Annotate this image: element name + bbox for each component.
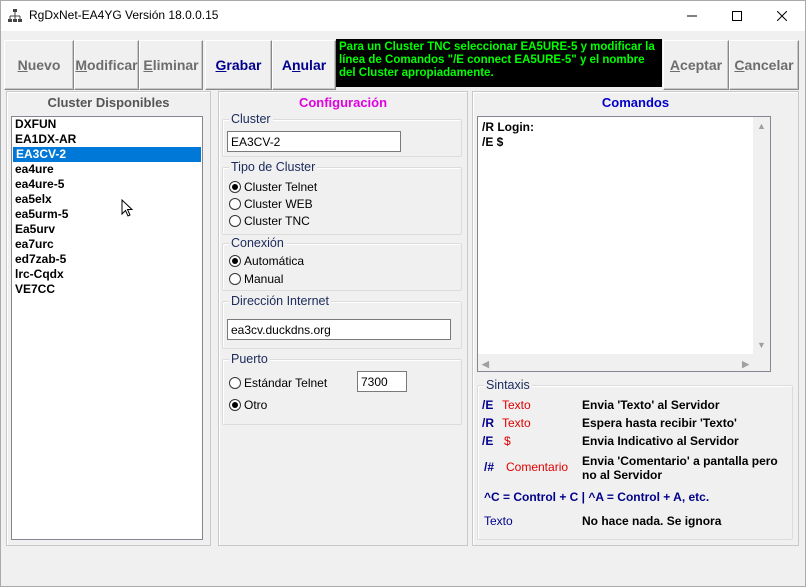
radio-unchecked-icon — [229, 215, 241, 227]
sintaxis-legend: Sintaxis — [484, 378, 532, 392]
syntax-arg: Texto — [502, 416, 531, 430]
maximize-button[interactable] — [714, 1, 759, 31]
cluster-list-item[interactable]: ea5urm-5 — [12, 207, 202, 222]
radio-cluster-tnc[interactable]: Cluster TNC — [229, 214, 310, 228]
mouse-cursor-icon — [121, 199, 134, 217]
scroll-left-icon[interactable]: ◀ — [482, 357, 489, 372]
maximize-icon — [731, 11, 742, 21]
cluster-list-item[interactable]: EA1DX-AR — [12, 132, 202, 147]
close-icon — [776, 11, 787, 21]
cluster-list-item[interactable]: ea4ure — [12, 162, 202, 177]
cluster-list-item[interactable]: ed7zab-5 — [12, 252, 202, 267]
syntax-cmd: /# — [484, 460, 495, 474]
puerto-fieldset: Puerto — [222, 352, 462, 425]
app-network-icon — [8, 9, 22, 22]
eliminar-button[interactable]: Eliminar — [139, 40, 203, 90]
radio-unchecked-icon — [229, 377, 241, 389]
scroll-right-icon[interactable]: ▶ — [742, 357, 749, 372]
scroll-down-icon[interactable]: ▼ — [757, 338, 766, 353]
horizontal-scrollbar[interactable]: ◀ ▶ — [478, 354, 770, 371]
clusters-title: Cluster Disponibles — [47, 95, 170, 110]
cluster-listbox[interactable]: DXFUN EA1DX-AR EA3CV-2 ea4ure ea4ure-5 ea5elx… — [11, 116, 203, 540]
conexion-legend: Conexión — [229, 236, 286, 250]
main-window: RgDxNet-EA4YG Versión 18.0.0.15 Nuevo Mo… — [0, 0, 806, 587]
cluster-list-item[interactable]: Ea5urv — [12, 222, 202, 237]
cluster-list-item[interactable]: EA3CV-2 — [13, 147, 201, 162]
close-button[interactable] — [759, 1, 804, 31]
cluster-name-input[interactable]: EA3CV-2 — [227, 131, 401, 152]
radio-otro[interactable]: Otro — [229, 398, 267, 412]
radio-automatica[interactable]: Automática — [229, 254, 304, 268]
scroll-up-icon[interactable]: ▲ — [757, 119, 766, 134]
minimize-icon — [686, 15, 697, 17]
puerto-legend: Puerto — [229, 352, 270, 366]
window-title: RgDxNet-EA4YG Versión 18.0.0.15 — [29, 8, 219, 22]
cancelar-button[interactable]: Cancelar — [729, 40, 799, 90]
radio-checked-icon — [229, 181, 241, 193]
puerto-input[interactable]: 7300 — [357, 371, 407, 392]
nuevo-button[interactable]: Nuevo — [4, 40, 74, 90]
texto-label: Texto — [484, 514, 513, 528]
syntax-cmd: /R — [482, 416, 494, 430]
radio-estandar-telnet[interactable]: Estándar Telnet — [229, 376, 327, 390]
cluster-list-item[interactable]: VE7CC — [12, 282, 202, 297]
ctrl-note: ^C = Control + C | ^A = Control + A, etc… — [484, 490, 710, 504]
radio-unchecked-icon — [229, 273, 241, 285]
syntax-cmd: /E — [482, 434, 494, 448]
radio-cluster-telnet[interactable]: Cluster Telnet — [229, 180, 317, 194]
minimize-button[interactable] — [669, 1, 714, 31]
radio-cluster-web[interactable]: Cluster WEB — [229, 197, 313, 211]
syntax-arg: Comentario — [506, 460, 569, 474]
cluster-list-item[interactable]: DXFUN — [12, 117, 202, 132]
comandos-line: /R Login: — [482, 120, 534, 134]
tipo-legend: Tipo de Cluster — [229, 160, 318, 174]
direccion-input[interactable]: ea3cv.duckdns.org — [227, 319, 451, 340]
syntax-arg: $ — [504, 434, 511, 448]
comandos-line: /E $ — [482, 135, 504, 149]
cluster-legend: Cluster — [229, 112, 273, 126]
grabar-button[interactable]: Grabar — [205, 40, 272, 90]
comandos-title: Comandos — [601, 95, 670, 110]
radio-checked-icon — [229, 399, 241, 411]
syntax-arg: Texto — [502, 398, 531, 412]
syntax-desc: Espera hasta recibir 'Texto' — [582, 416, 737, 430]
title-bar: RgDxNet-EA4YG Versión 18.0.0.15 — [1, 1, 805, 31]
cluster-list-item[interactable]: ea7urc — [12, 237, 202, 252]
syntax-cmd: /E — [482, 398, 494, 412]
modificar-button[interactable]: Modificar — [74, 40, 139, 90]
cluster-list-item[interactable]: lrc-Cqdx — [12, 267, 202, 282]
vertical-scrollbar[interactable]: ▲ ▼ — [753, 117, 770, 355]
radio-manual[interactable]: Manual — [229, 272, 283, 286]
radio-unchecked-icon — [229, 198, 241, 210]
cluster-list-item[interactable]: ea5elx — [12, 192, 202, 207]
syntax-desc: Envia 'Texto' al Servidor — [582, 398, 720, 412]
radio-checked-icon — [229, 255, 241, 267]
texto-desc: No hace nada. Se ignora — [582, 514, 722, 528]
syntax-desc: Envia Indicativo al Servidor — [582, 434, 739, 448]
anular-button[interactable]: An ular — [272, 40, 336, 90]
cluster-list-item[interactable]: ea4ure-5 — [12, 177, 202, 192]
notice-banner: Para un Cluster TNC seleccionar EA5URE-5… — [336, 39, 662, 87]
aceptar-button[interactable]: Aceptar — [663, 40, 729, 90]
comandos-editor[interactable]: /R Login: /E $ ▲ ▼ ◀ ▶ — [477, 116, 771, 372]
config-title: Configuración — [298, 95, 388, 110]
syntax-desc: Envia 'Comentario' a pantalla pero no al… — [582, 454, 778, 482]
direccion-legend: Dirección Internet — [229, 294, 331, 308]
